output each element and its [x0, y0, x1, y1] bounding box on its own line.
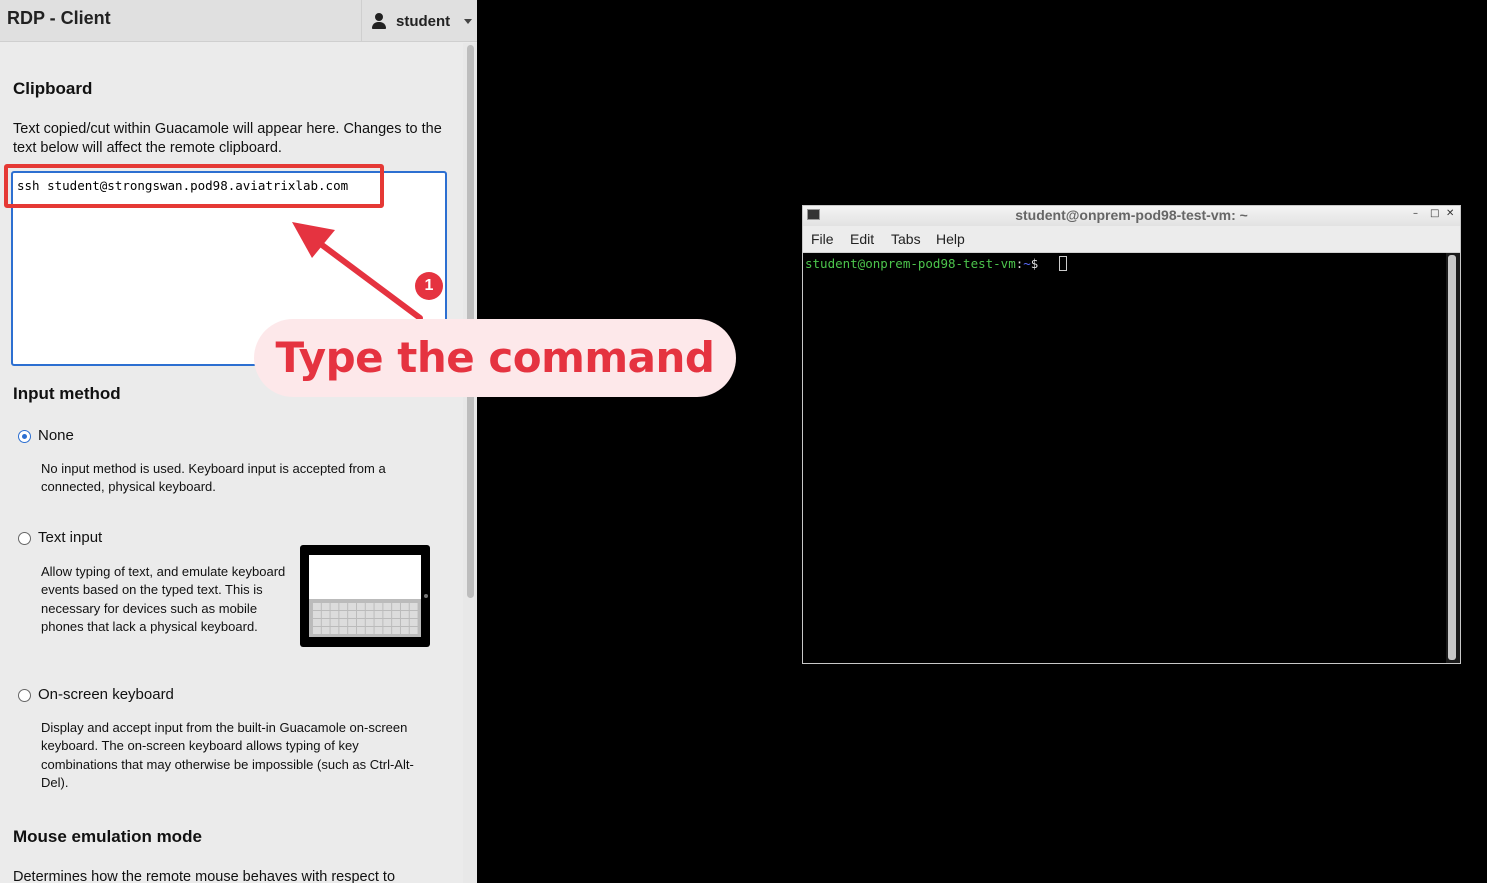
- radio-none[interactable]: [18, 430, 31, 443]
- radio-text-input[interactable]: [18, 532, 31, 545]
- terminal-scrollbar[interactable]: [1446, 253, 1460, 663]
- guacamole-sidebar: RDP - Client student Clipboard Text copi…: [0, 0, 477, 883]
- terminal-cursor: [1059, 256, 1067, 271]
- radio-none-label: None: [38, 427, 74, 444]
- radio-osk[interactable]: [18, 689, 31, 702]
- clipboard-heading: Clipboard: [13, 79, 93, 98]
- caret-down-icon: [464, 18, 473, 24]
- mouse-emulation-description: Determines how the remote mouse behaves …: [13, 869, 396, 883]
- menu-help[interactable]: Help: [936, 231, 965, 247]
- clipboard-description: Text copied/cut within Guacamole will ap…: [13, 121, 442, 156]
- terminal-window[interactable]: student@onprem-pod98-test-vm: ~ – □ ✕ Fi…: [802, 205, 1461, 664]
- maximize-icon[interactable]: □: [1430, 208, 1439, 219]
- annotation-text: Type the command: [275, 333, 715, 382]
- prompt-path: ~: [1023, 256, 1031, 271]
- terminal-body[interactable]: student@onprem-pod98-test-vm:~$: [803, 253, 1446, 663]
- menu-edit[interactable]: Edit: [850, 231, 874, 247]
- input-method-heading: Input method: [13, 384, 121, 403]
- menu-tabs[interactable]: Tabs: [891, 231, 921, 247]
- highlight-box: [4, 164, 384, 208]
- tablet-keyboard-illustration: [300, 545, 430, 647]
- prompt-user: student@onprem-pod98-test-vm: [805, 256, 1016, 271]
- step-badge: 1: [415, 272, 443, 300]
- radio-none-description: No input method is used. Keyboard input …: [41, 461, 386, 495]
- mouse-emulation-heading: Mouse emulation mode: [13, 827, 202, 846]
- close-icon[interactable]: ✕: [1446, 208, 1454, 219]
- app-title: RDP - Client: [7, 8, 111, 28]
- annotation-callout: Type the command: [254, 319, 736, 397]
- terminal-title: student@onprem-pod98-test-vm: ~: [1015, 207, 1248, 223]
- terminal-prompt: student@onprem-pod98-test-vm:~$: [805, 256, 1038, 271]
- terminal-menubar: File Edit Tabs Help: [803, 226, 1460, 253]
- radio-osk-description: Display and accept input from the built-…: [41, 720, 414, 790]
- radio-text-input-description: Allow typing of text, and emulate keyboa…: [41, 564, 286, 634]
- menu-file[interactable]: File: [811, 231, 834, 247]
- terminal-titlebar[interactable]: student@onprem-pod98-test-vm: ~ – □ ✕: [803, 206, 1460, 226]
- radio-text-input-label: Text input: [38, 529, 103, 546]
- sidebar-header: RDP - Client student: [0, 0, 477, 42]
- prompt-symbol: $: [1030, 256, 1039, 271]
- user-name: student: [396, 12, 451, 30]
- radio-osk-label: On-screen keyboard: [38, 686, 174, 703]
- user-menu[interactable]: student: [361, 0, 477, 42]
- minimize-icon[interactable]: –: [1413, 208, 1418, 219]
- user-icon: [372, 13, 386, 29]
